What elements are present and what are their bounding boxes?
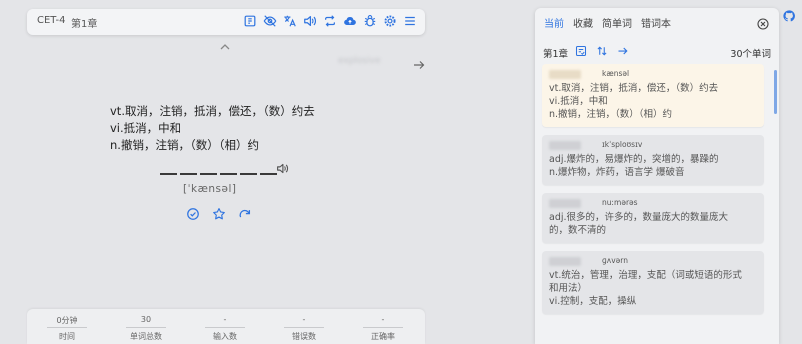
stat-label: 输入数 — [213, 332, 237, 341]
card-definition: n.爆炸物，炸药，语言学 爆破音 — [549, 167, 685, 178]
word-card[interactable]: ɡʌvərn vt.统治，管理，治理，支配（词或短语的形式 和用法） vi.控制… — [542, 251, 764, 314]
definition-line: vt.取消，注销，抵消，偿还，（数）约去 — [110, 104, 315, 118]
card-phonetic: nuːmərəs — [602, 198, 638, 207]
arrow-right-icon[interactable] — [412, 56, 426, 69]
letter-blank — [160, 173, 177, 175]
cloud-upload-icon[interactable] — [343, 14, 357, 28]
card-phonetic: kænsəl — [602, 69, 630, 78]
close-icon[interactable] — [757, 15, 769, 30]
top-toolbar: CET-4 第1章 — [27, 9, 425, 35]
speaker-icon[interactable] — [303, 14, 317, 28]
stat-label: 单词总数 — [130, 332, 162, 341]
card-definition: 和用法） — [549, 283, 588, 294]
letter-blank — [220, 173, 237, 175]
stat-word-total: 30 单词总数 — [126, 315, 166, 342]
stat-label: 时间 — [59, 332, 75, 341]
pronounce-icon[interactable] — [276, 160, 289, 174]
letter-blank — [180, 173, 197, 175]
tab-current[interactable]: 当前 — [544, 15, 564, 30]
card-phonetic: ɪkˈsploʊsɪv — [602, 140, 643, 149]
blurred-word — [549, 199, 581, 208]
next-word-preview[interactable]: explosive — [338, 56, 380, 66]
letter-blank — [200, 173, 217, 175]
stat-input-count: - 输入数 — [205, 315, 245, 342]
github-icon[interactable] — [783, 10, 795, 22]
menu-icon[interactable] — [403, 14, 417, 28]
translate-icon[interactable] — [283, 14, 297, 28]
word-list-panel: 当前 收藏 简单词 错词本 第1章 30个单词 kænsəl vt.取消，注销，… — [535, 8, 779, 344]
card-definition: vt.取消，注销，抵消，偿还，（数）约去 — [549, 83, 719, 94]
chevron-up-icon[interactable] — [218, 38, 232, 50]
tab-simple-words[interactable]: 简单词 — [602, 15, 632, 30]
card-definition: 的，数不清的 — [549, 225, 607, 236]
dict-selector[interactable]: CET-4 — [37, 15, 65, 26]
stat-value: 30 — [140, 315, 152, 324]
letter-blank — [260, 173, 277, 175]
stat-value: - — [381, 315, 385, 324]
card-phonetic: ɡʌvərn — [602, 256, 628, 265]
stat-label: 正确率 — [371, 332, 395, 341]
stat-value: 0分钟 — [56, 316, 78, 325]
stat-time: 0分钟时间 — [47, 315, 87, 342]
card-definition: n.撤销，注销，（数）（相）约 — [549, 109, 673, 120]
tab-wrong-words[interactable]: 错词本 — [641, 15, 671, 30]
stat-error-count: - 错误数 — [284, 315, 324, 342]
list-check-icon[interactable] — [575, 45, 587, 57]
stat-value: - — [223, 315, 227, 324]
blurred-word — [549, 141, 581, 150]
word-definitions: vt.取消，注销，抵消，偿还，（数）约去 vi.抵消，中和 n.撤销，注销，（数… — [110, 103, 315, 154]
eye-off-icon[interactable] — [263, 14, 277, 28]
bug-icon[interactable] — [363, 14, 377, 28]
card-definition: vi.控制，支配，操纵 — [549, 296, 637, 307]
skip-icon[interactable] — [238, 207, 252, 221]
card-definition: adj.爆炸的，易爆炸的，突增的，暴躁的 — [549, 154, 719, 165]
card-definition: vt.统治，管理，治理，支配（词或短语的形式 — [549, 270, 742, 281]
word-count: 30个单词 — [730, 49, 771, 60]
word-card[interactable]: ɪkˈsploʊsɪv adj.爆炸的，易爆炸的，突增的，暴躁的 n.爆炸物，炸… — [542, 135, 764, 185]
stat-label: 错误数 — [292, 332, 316, 341]
mark-simple-icon[interactable] — [186, 207, 200, 221]
settings-icon[interactable] — [383, 14, 397, 28]
chapter-selector[interactable]: 第1章 — [71, 15, 97, 30]
word-list: kænsəl vt.取消，注销，抵消，偿还，（数）约去 vi.抵消，中和 n.撤… — [542, 64, 764, 322]
sort-icon[interactable] — [596, 45, 608, 57]
stats-bar: 0分钟时间 30 单词总数 - 输入数 - 错误数 - 正确率 — [27, 309, 425, 344]
panel-chapter: 第1章 — [543, 49, 569, 60]
definition-line: vi.抵消，中和 — [110, 121, 182, 135]
phonetic: [ˈkænsəl] — [183, 183, 237, 195]
tab-favorites[interactable]: 收藏 — [573, 15, 593, 30]
definition-line: n.撤销，注销，（数）（相）约 — [110, 138, 259, 152]
dictation-icon[interactable] — [243, 14, 257, 28]
scrollbar[interactable] — [774, 70, 777, 114]
card-definition: adj.很多的，许多的，数量庞大的数量庞大 — [549, 212, 729, 223]
arrow-right-icon[interactable] — [617, 45, 629, 57]
letter-blank — [240, 173, 257, 175]
stat-value: - — [302, 315, 306, 324]
word-card[interactable]: kænsəl vt.取消，注销，抵消，偿还，（数）约去 vi.抵消，中和 n.撤… — [542, 64, 764, 127]
blurred-word — [549, 257, 581, 266]
star-icon[interactable] — [212, 207, 226, 221]
word-input-blanks[interactable] — [160, 173, 277, 175]
blurred-word — [549, 70, 581, 79]
card-definition: vi.抵消，中和 — [549, 96, 608, 107]
stat-accuracy: - 正确率 — [363, 315, 403, 342]
repeat-icon[interactable] — [323, 14, 337, 28]
word-card[interactable]: nuːmərəs adj.很多的，许多的，数量庞大的数量庞大 的，数不清的 — [542, 193, 764, 243]
